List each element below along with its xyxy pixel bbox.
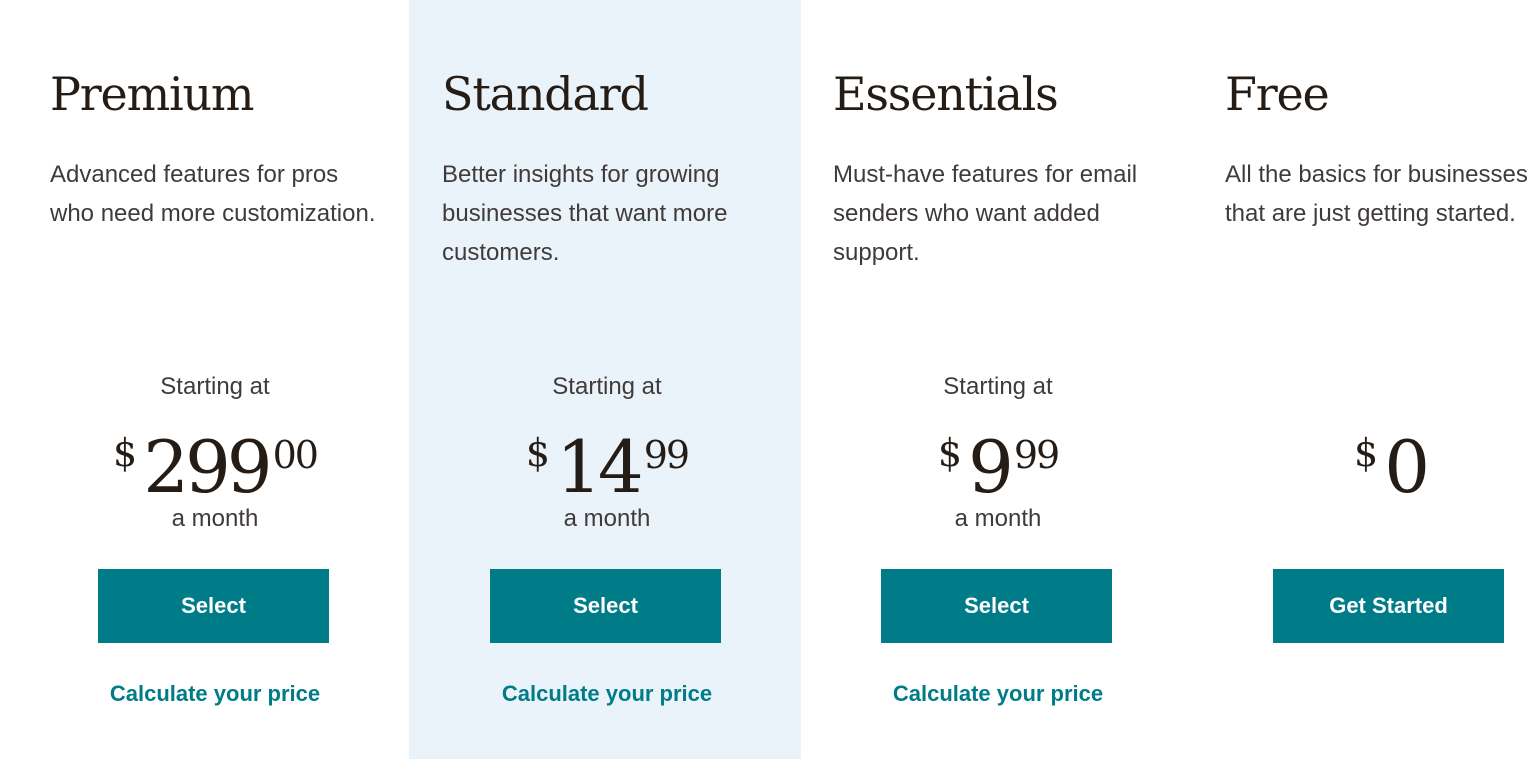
plan-description: Better insights for growing businesses t… bbox=[442, 161, 728, 266]
calculate-price-link[interactable]: Calculate your price bbox=[502, 681, 712, 706]
price-cents: 99 bbox=[643, 433, 690, 477]
plan-name: Essentials bbox=[833, 67, 1059, 121]
price-cents: 00 bbox=[272, 433, 319, 477]
calculate-price-link[interactable]: Calculate your price bbox=[110, 681, 320, 706]
currency-symbol: $ bbox=[937, 431, 962, 475]
currency-symbol: $ bbox=[525, 431, 551, 475]
select-button[interactable]: Select bbox=[881, 569, 1112, 643]
price-amount: 299 bbox=[143, 425, 272, 509]
currency-symbol: $ bbox=[113, 431, 138, 475]
pricing-plans: Premium Advanced features for pros who n… bbox=[0, 0, 1536, 759]
starting-at-label: Starting at bbox=[552, 373, 662, 400]
plan-price: $0 bbox=[1175, 408, 1536, 532]
billing-period: a month bbox=[171, 505, 259, 532]
plan-name: Premium bbox=[50, 67, 255, 121]
currency-symbol: $ bbox=[1354, 431, 1379, 475]
starting-at-label: Starting at bbox=[160, 373, 270, 400]
price-cents: 99 bbox=[1013, 433, 1060, 477]
select-button[interactable]: Select bbox=[98, 569, 329, 643]
plan-description: Advanced features for pros who need more… bbox=[50, 161, 376, 227]
plan-description: Must-have features for email senders who… bbox=[833, 161, 1138, 266]
price-amount: 14 bbox=[556, 425, 644, 509]
price-amount: 9 bbox=[968, 425, 1014, 509]
calculate-price-link-wrap: Calculate your price bbox=[783, 678, 1213, 710]
plan-name: Free bbox=[1225, 67, 1330, 121]
plan-card-essentials: Essentials Must-have features for email … bbox=[801, 0, 1193, 759]
billing-period: a month bbox=[563, 505, 651, 532]
plan-description: All the basics for businesses that are j… bbox=[1225, 161, 1528, 227]
billing-period: a month bbox=[954, 505, 1042, 532]
select-button[interactable]: Select bbox=[490, 569, 721, 643]
plan-card-free: Free All the basics for businesses that … bbox=[1193, 0, 1536, 759]
calculate-price-link-wrap: Calculate your price bbox=[0, 678, 430, 710]
get-started-button[interactable]: Get Started bbox=[1273, 569, 1504, 643]
calculate-price-link[interactable]: Calculate your price bbox=[893, 681, 1103, 706]
plan-card-premium: Premium Advanced features for pros who n… bbox=[0, 0, 392, 759]
starting-at-label: Starting at bbox=[943, 373, 1053, 400]
plan-card-standard: Standard Better insights for growing bus… bbox=[409, 0, 801, 759]
calculate-price-link-wrap: Calculate your price bbox=[392, 678, 822, 710]
plan-name: Standard bbox=[442, 67, 649, 121]
price-amount: 0 bbox=[1384, 425, 1430, 509]
